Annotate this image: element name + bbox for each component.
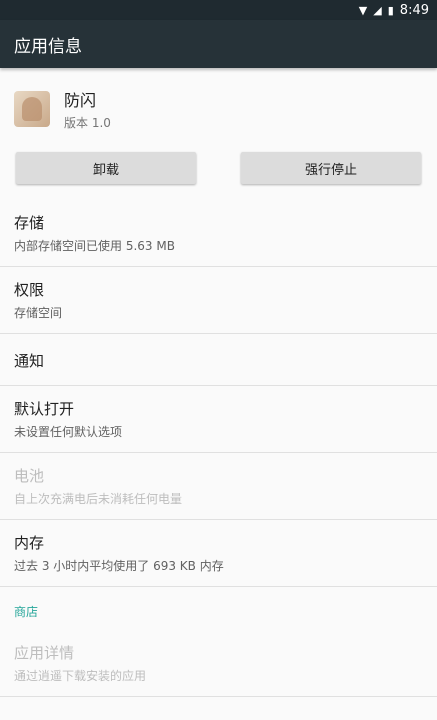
memory-item[interactable]: 内存 过去 3 小时内平均使用了 693 KB 内存: [0, 520, 437, 587]
settings-list: 存储 内部存储空间已使用 5.63 MB 权限 存储空间 通知 默认打开 未设置…: [0, 200, 437, 697]
app-details-title: 应用详情: [14, 644, 75, 662]
battery-icon: ▮: [387, 3, 394, 17]
app-name: 防闪: [64, 91, 97, 110]
storage-title: 存储: [14, 214, 45, 232]
app-icon: [14, 91, 50, 127]
uninstall-button[interactable]: 卸载: [16, 152, 196, 184]
battery-summary: 自上次充满电后未消耗任何电量: [14, 492, 183, 506]
signal-icon: ◢: [373, 3, 382, 17]
open-by-default-summary: 未设置任何默认选项: [14, 425, 123, 439]
app-bar: 应用信息: [0, 20, 437, 68]
permissions-title: 权限: [14, 281, 45, 299]
memory-summary: 过去 3 小时内平均使用了 693 KB 内存: [14, 559, 224, 573]
notifications-item[interactable]: 通知: [0, 334, 437, 386]
battery-title: 电池: [14, 467, 45, 485]
action-buttons: 卸载 强行停止: [0, 132, 437, 184]
open-by-default-item[interactable]: 默认打开 未设置任何默认选项: [0, 386, 437, 453]
wifi-icon: ▼: [358, 3, 368, 17]
store-section-header: 商店: [14, 605, 39, 619]
notifications-title: 通知: [14, 352, 45, 370]
open-by-default-title: 默认打开: [14, 400, 75, 418]
page-title: 应用信息: [14, 36, 82, 57]
status-time: 8:49: [399, 2, 429, 18]
app-version: 版本 1.0: [64, 116, 111, 130]
permissions-item[interactable]: 权限 存储空间: [0, 267, 437, 334]
memory-title: 内存: [14, 534, 45, 552]
app-details-summary: 通过逍遥下载安装的应用: [14, 669, 147, 683]
force-stop-button[interactable]: 强行停止: [241, 152, 421, 184]
storage-summary: 内部存储空间已使用 5.63 MB: [14, 239, 175, 253]
storage-item[interactable]: 存储 内部存储空间已使用 5.63 MB: [0, 200, 437, 267]
app-details-item: 应用详情 通过逍遥下载安装的应用: [0, 630, 437, 697]
status-bar: ▼ ◢ ▮ 8:49: [0, 0, 437, 20]
permissions-summary: 存储空间: [14, 306, 63, 320]
app-info: 防闪 版本 1.0: [64, 87, 111, 131]
app-header: 防闪 版本 1.0: [0, 68, 437, 132]
battery-item: 电池 自上次充满电后未消耗任何电量: [0, 453, 437, 520]
